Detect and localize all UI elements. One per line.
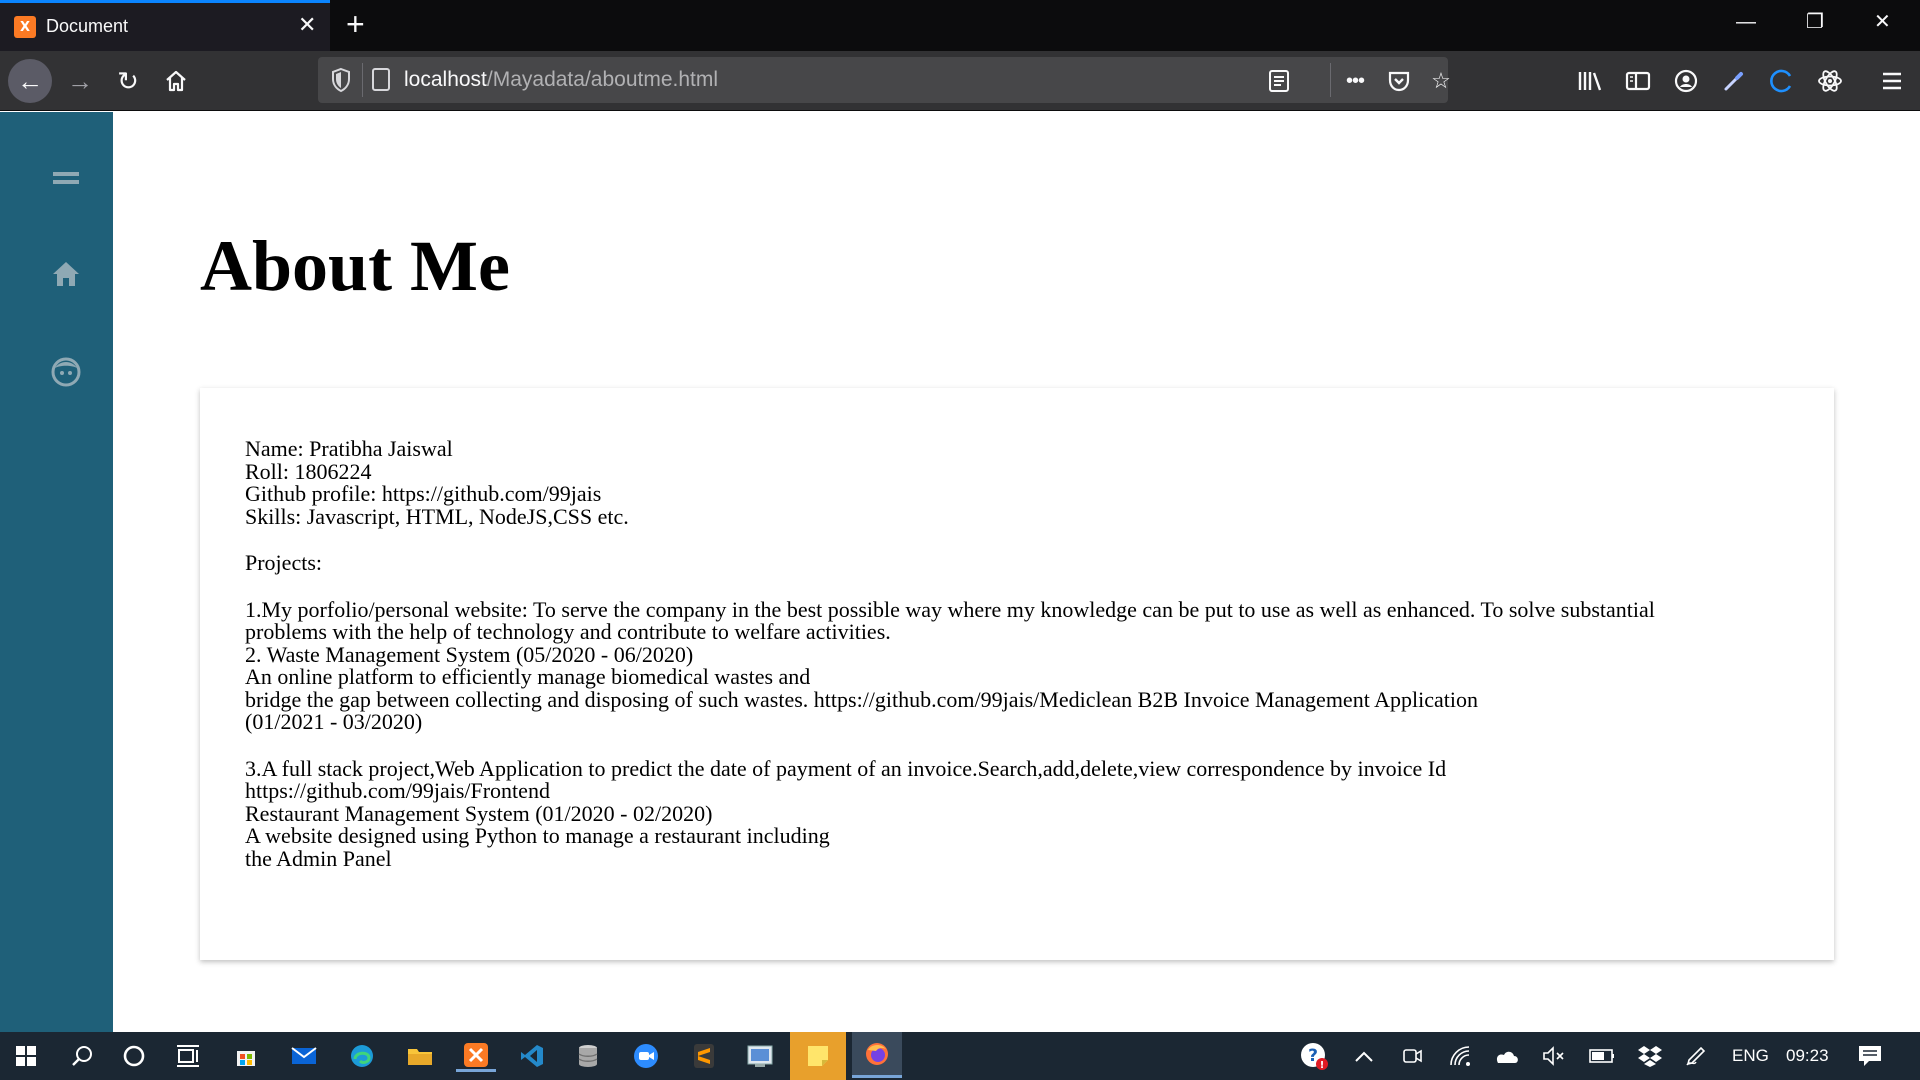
project1-line1: 1.My porfolio/personal website: To serve… (245, 596, 1655, 622)
account-icon[interactable] (1668, 63, 1704, 99)
loading-extension-icon[interactable] (1764, 63, 1800, 99)
reload-icon: ↻ (117, 65, 139, 96)
back-button[interactable]: ← (8, 59, 52, 103)
project4-line2: the Admin Panel (245, 845, 392, 871)
cortana-icon[interactable] (114, 1040, 154, 1072)
edge-browser-icon[interactable] (342, 1040, 382, 1072)
url-separator (362, 63, 363, 97)
home-icon[interactable] (44, 252, 88, 296)
url-text[interactable]: localhost/Mayadata/aboutme.html (404, 68, 718, 92)
home-button[interactable] (154, 59, 198, 103)
address-bar[interactable]: localhost/Mayadata/aboutme.html ••• ☆ (318, 57, 1451, 103)
tab-close-icon[interactable]: ✕ (298, 14, 316, 36)
mail-icon[interactable] (284, 1040, 324, 1072)
project2-line1: An online platform to efficiently manage… (245, 664, 811, 689)
url-host: localhost (404, 68, 487, 91)
forward-button[interactable]: → (58, 59, 102, 103)
clock-time[interactable]: 09:23 (1786, 1046, 1829, 1066)
url-path: /Mayadata/aboutme.html (486, 68, 719, 91)
svg-text:!: ! (1320, 1060, 1325, 1071)
browser-toolbar: ← → ↻ localhost/Mayadata/aboutme.html ••… (0, 51, 1920, 111)
project2-title: 2. Waste Management System (05/2020 - 06… (245, 641, 694, 667)
face-icon[interactable] (44, 350, 88, 394)
library-icon[interactable] (1572, 63, 1608, 99)
pen-workspace-icon[interactable] (1676, 1040, 1716, 1072)
firefox-icon[interactable] (852, 1032, 902, 1078)
project2-line2: bridge the gap between collecting and di… (245, 686, 1478, 712)
minimize-window-button[interactable]: — (1736, 10, 1756, 34)
project4-line1: A website designed using Python to manag… (245, 823, 830, 848)
github-text: Github profile: https://github.com/99jai… (245, 481, 602, 506)
volume-muted-icon[interactable] (1534, 1040, 1574, 1072)
page-sidebar (0, 112, 113, 1032)
task-view-icon[interactable] (168, 1040, 208, 1072)
sidebar-toggle-icon[interactable] (1620, 63, 1656, 99)
show-hidden-icons-chevron-icon[interactable] (1344, 1040, 1384, 1072)
project3-line1: 3.A full stack project,Web Application t… (245, 755, 1447, 781)
close-window-button[interactable]: ✕ (1874, 10, 1891, 34)
about-card: Name: Pratibha Jaiswal Roll: 1806224 Git… (200, 388, 1834, 960)
xampp-favicon-icon: X (14, 16, 36, 38)
sticky-notes-icon[interactable] (790, 1032, 846, 1080)
page-actions-icon[interactable]: ••• (1340, 66, 1370, 96)
reader-view-icon[interactable] (1264, 66, 1294, 96)
xampp-app-icon[interactable] (456, 1040, 496, 1072)
url-separator-2 (1330, 63, 1331, 97)
microsoft-store-icon[interactable] (226, 1040, 266, 1072)
colorzilla-dropper-icon[interactable] (1716, 63, 1752, 99)
zoom-icon[interactable] (626, 1040, 666, 1072)
arrow-right-icon: → (67, 65, 93, 96)
sublime-text-icon[interactable] (684, 1040, 724, 1072)
project4-title: Restaurant Management System (01/2020 - … (245, 800, 713, 826)
search-icon[interactable] (62, 1040, 102, 1072)
app-menu-icon[interactable] (1874, 63, 1910, 99)
react-devtools-icon[interactable] (1812, 63, 1848, 99)
page-title: About Me (200, 226, 510, 306)
onedrive-cloud-icon[interactable] (1486, 1040, 1526, 1072)
database-icon[interactable] (568, 1040, 608, 1072)
menu-icon[interactable] (44, 156, 88, 200)
help-icon[interactable]: ?! (1294, 1040, 1334, 1072)
name-text: Name: Pratibha Jaiswal (245, 436, 453, 461)
tab-document[interactable]: X Document ✕ (0, 0, 330, 51)
project3-line2: https://github.com/99jais/Frontend (245, 778, 550, 803)
about-content: Name: Pratibha Jaiswal Roll: 1806224 Git… (245, 436, 1805, 871)
home-outline-icon (166, 70, 186, 92)
bookmark-star-icon[interactable]: ☆ (1426, 66, 1456, 96)
file-explorer-icon[interactable] (400, 1040, 440, 1072)
windows-taskbar: ?! ENG 09:23 (0, 1032, 1920, 1080)
dropbox-icon[interactable] (1630, 1040, 1670, 1072)
project1-line2: problems with the help of technology and… (245, 619, 891, 644)
skills-text: Skills: Javascript, HTML, NodeJS,CSS etc… (245, 503, 629, 529)
input-language[interactable]: ENG (1732, 1046, 1769, 1066)
vscode-icon[interactable] (512, 1040, 552, 1072)
notifications-icon[interactable] (1850, 1040, 1890, 1072)
new-tab-button[interactable]: + (346, 7, 365, 41)
page-info-icon[interactable] (372, 68, 390, 91)
arrow-left-icon: ← (17, 65, 43, 96)
tab-title: Document (46, 16, 129, 36)
battery-icon[interactable] (1582, 1040, 1622, 1072)
reload-button[interactable]: ↻ (106, 59, 150, 103)
pocket-icon[interactable] (1384, 66, 1414, 96)
control-panel-icon[interactable] (740, 1040, 780, 1072)
roll-text: Roll: 1806224 (245, 458, 372, 484)
browser-tab-bar: X Document ✕ + — ❐ ✕ (0, 0, 1920, 51)
project2-line3: (01/2021 - 03/2020) (245, 709, 423, 734)
wifi-icon[interactable] (1440, 1040, 1480, 1072)
windows-start-icon[interactable] (6, 1040, 46, 1072)
tracking-shield-icon[interactable] (330, 67, 352, 93)
meet-now-icon[interactable] (1392, 1040, 1432, 1072)
projects-heading: Projects: (245, 550, 322, 575)
restore-window-button[interactable]: ❐ (1806, 10, 1824, 34)
